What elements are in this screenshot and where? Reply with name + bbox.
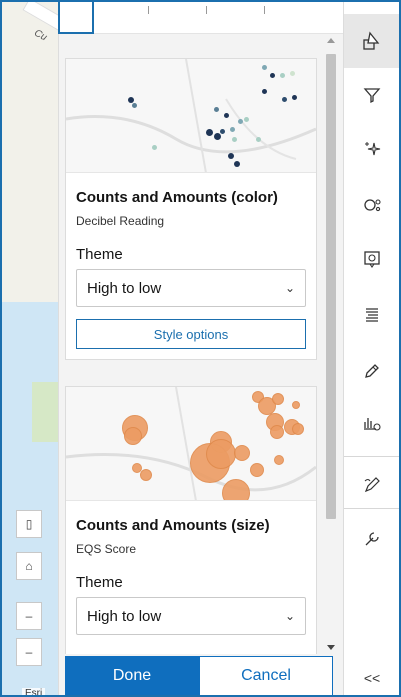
- map-point: [282, 97, 287, 102]
- map-point: [228, 153, 234, 159]
- map-point: [256, 137, 261, 142]
- charts-button[interactable]: [344, 396, 399, 450]
- cancel-button[interactable]: Cancel: [199, 656, 333, 695]
- style-card-title: Counts and Amounts (size): [76, 517, 270, 534]
- filter-button[interactable]: [344, 68, 399, 122]
- map-bubble: [292, 401, 300, 409]
- effects-button[interactable]: [344, 122, 399, 176]
- style-card-title: Counts and Amounts (color): [76, 189, 278, 206]
- map-bubble: [140, 469, 152, 481]
- popups-button[interactable]: [344, 232, 399, 286]
- styles-button[interactable]: [344, 14, 399, 68]
- style-card-color[interactable]: Counts and Amounts (color) Decibel Readi…: [65, 58, 317, 360]
- sketch-button[interactable]: [344, 458, 399, 512]
- size-style-preview: [66, 387, 316, 501]
- zoom-out-button[interactable]: –: [16, 602, 42, 630]
- styles-panel: Counts and Amounts (color) Decibel Readi…: [58, 34, 343, 695]
- clustering-icon: [364, 199, 381, 212]
- map-bubble: [222, 479, 250, 500]
- top-toolbar: [58, 2, 343, 34]
- map-point: [224, 113, 229, 118]
- map-point: [214, 133, 221, 140]
- collapse-button[interactable]: <<: [344, 663, 399, 693]
- map-point: [232, 137, 237, 142]
- ruler-tick: [264, 6, 265, 14]
- edit-icon: [365, 364, 379, 378]
- map-land: [2, 2, 62, 302]
- style-card-subtitle: Decibel Reading: [76, 214, 165, 228]
- map-point: [280, 73, 285, 78]
- map-point: [290, 71, 295, 76]
- chevron-down-icon: ⌄: [284, 609, 295, 623]
- home-button[interactable]: ⌂: [16, 552, 42, 580]
- map-point: [214, 107, 219, 112]
- map-bubble: [206, 439, 236, 469]
- map-point: [262, 89, 267, 94]
- clustering-button[interactable]: [344, 178, 399, 232]
- labels-icon: [366, 308, 378, 322]
- map-tool-button[interactable]: –: [16, 638, 42, 666]
- theme-label: Theme: [76, 574, 123, 591]
- ruler-tick: [206, 6, 207, 14]
- sketch-icon: [364, 477, 380, 493]
- chevron-down-icon: ⌄: [284, 281, 295, 295]
- map-point: [244, 117, 249, 122]
- map-point: [230, 127, 235, 132]
- scroll-up-icon[interactable]: [327, 38, 335, 43]
- app-window: Cu ▯ ⌂ – – Esri Counts and Amounts (colo…: [0, 0, 401, 697]
- filter-icon: [363, 88, 381, 104]
- styles-list[interactable]: Counts and Amounts (color) Decibel Readi…: [59, 34, 321, 654]
- ruler-tick: [148, 6, 149, 14]
- style-card-subtitle: EQS Score: [76, 542, 137, 556]
- configure-icon: [365, 532, 379, 546]
- map-bubble: [270, 425, 284, 439]
- selected-tool-button[interactable]: [58, 2, 94, 34]
- map-point: [234, 161, 240, 167]
- map-point: [132, 103, 137, 108]
- map-point: [270, 73, 275, 78]
- theme-select-value: High to low: [87, 279, 162, 297]
- map-bubble: [250, 463, 264, 477]
- theme-select[interactable]: High to low ⌄: [76, 269, 306, 307]
- color-style-preview: [66, 59, 316, 173]
- map-bubble: [274, 455, 284, 465]
- map-view[interactable]: Cu ▯ ⌂ – – Esri: [2, 2, 62, 695]
- map-bubble: [124, 427, 142, 445]
- panel-footer: Done Cancel: [65, 656, 333, 695]
- charts-icon: [364, 418, 381, 431]
- map-zoom-button[interactable]: ▯: [16, 510, 42, 538]
- scrollbar-thumb[interactable]: [326, 54, 336, 519]
- theme-label: Theme: [76, 246, 123, 263]
- scroll-down-icon[interactable]: [327, 645, 335, 650]
- map-bubble: [272, 393, 284, 405]
- popups-icon: [364, 251, 380, 268]
- map-point: [292, 95, 297, 100]
- map-point: [238, 119, 243, 124]
- theme-select[interactable]: High to low ⌄: [76, 597, 306, 635]
- effects-icon: [365, 142, 381, 156]
- map-point: [262, 65, 267, 70]
- style-options-button[interactable]: Style options: [76, 319, 306, 349]
- panel-scrollbar[interactable]: [321, 34, 341, 654]
- styles-icon: [363, 31, 380, 50]
- map-bubble: [292, 423, 304, 435]
- toolbar-divider: [344, 456, 399, 457]
- map-point: [152, 145, 157, 150]
- done-button[interactable]: Done: [65, 656, 199, 695]
- style-card-size[interactable]: Counts and Amounts (size) EQS Score Them…: [65, 386, 317, 654]
- edit-button[interactable]: [344, 344, 399, 398]
- map-attribution: Esri: [22, 688, 46, 695]
- theme-select-value: High to low: [87, 607, 162, 625]
- labels-button[interactable]: [344, 288, 399, 342]
- map-point: [220, 129, 225, 134]
- map-bubble: [234, 445, 250, 461]
- preview-basemap: [66, 59, 316, 172]
- settings-toolbar: <<: [343, 2, 399, 695]
- configure-button[interactable]: [344, 512, 399, 566]
- map-point: [206, 129, 213, 136]
- toolbar-divider: [344, 508, 399, 509]
